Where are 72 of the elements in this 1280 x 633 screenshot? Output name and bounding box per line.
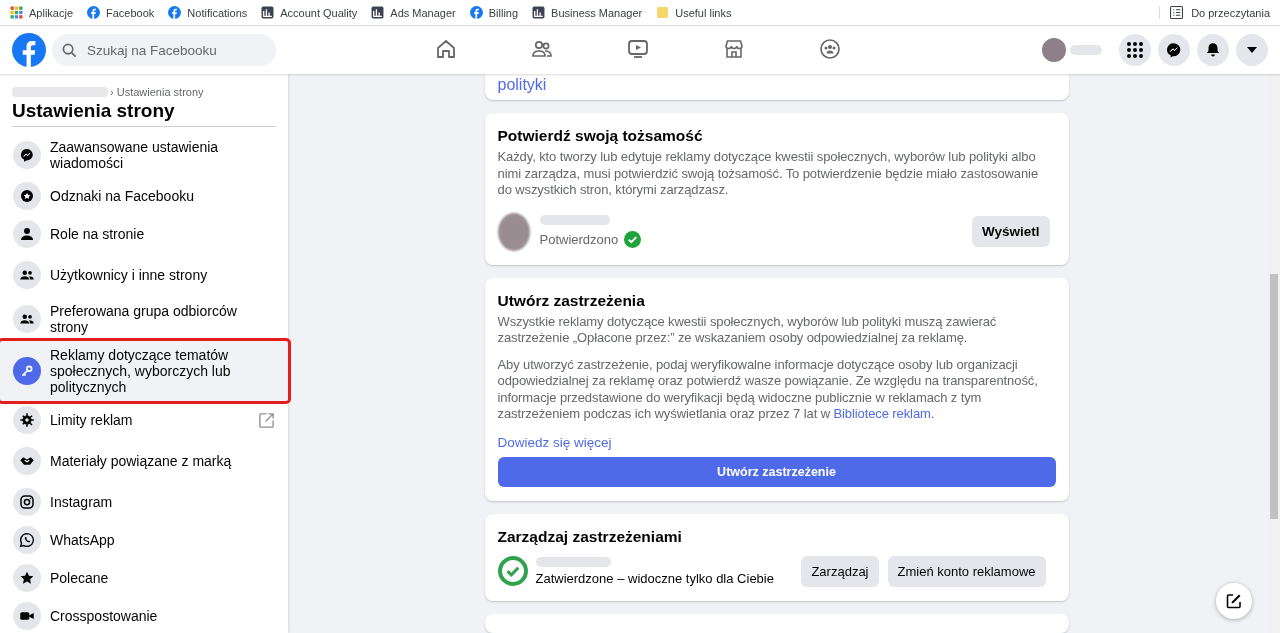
status-text: Potwierdzono (539, 232, 619, 247)
card-title: Potwierdź swoją tożsamość (497, 127, 704, 145)
account-button[interactable] (1236, 34, 1268, 66)
search-field[interactable]: Szukaj na Facebooku (52, 34, 276, 66)
sidebar-item[interactable]: Crosspostowanie (12, 597, 276, 633)
chart-page-icon (371, 6, 385, 19)
camera-outline-icon (18, 493, 36, 511)
learn-more-link[interactable]: Dowiedz się więcej (497, 434, 612, 450)
action-button[interactable]: Zarządzaj (801, 555, 879, 587)
reading-list-link[interactable]: Do przeczytania (1191, 6, 1270, 19)
sidebar-item[interactable]: Polecane (12, 559, 276, 597)
chart-page-icon (532, 6, 546, 19)
caret-icon (1247, 47, 1257, 53)
blurred-name-placeholder (539, 215, 610, 225)
sidebar-item[interactable]: Instagram (12, 483, 276, 521)
view-button[interactable]: Wyświetl (971, 216, 1050, 247)
sidebar-item[interactable]: Reklamy dotyczące tematów społecznych, wyborczych lub politycznych (0, 341, 288, 401)
sidebar-item[interactable]: Limity reklam (12, 401, 276, 439)
messenger-icon (1165, 41, 1183, 59)
bookmark-link[interactable]: Useful links (656, 6, 732, 19)
compose-button[interactable] (1216, 583, 1252, 619)
bookmark-link[interactable]: Facebook (87, 6, 155, 19)
card-title: Zarządzaj zastrzeżeniami (497, 527, 683, 546)
bookmark-link[interactable]: Account Quality (261, 6, 358, 19)
sidebar-item[interactable]: WhatsApp (12, 521, 276, 559)
apps-grid-icon (10, 6, 23, 19)
card-title: Utwórz zastrzeżenia (497, 291, 646, 310)
messenger-icon (18, 146, 36, 164)
chart-page-icon (261, 6, 275, 19)
sidebar-title: Ustawienia strony (12, 100, 276, 127)
card-description: Aby utworzyć zastrzeżenie, podaj weryfikowalne informacje dotyczące osoby lub organizacji odpowiedzialnej za reklamę oraz potwierdź wasze powiązanie. Ze względu na transparentność, informacje przedstawione do weryfikacji będą widoczne publicznie w reklamach z tym zastrzeżeniem podczas ich wyświetlania oraz przez 7 lat w Bibliotece reklam. (497, 356, 1039, 423)
sidebar-item[interactable]: Zaawansowane ustawienia wiadomości (12, 133, 276, 177)
bookmark-link[interactable]: Notifications (168, 6, 248, 19)
pencil-square-icon (1225, 592, 1243, 610)
card-description: Wszystkie reklamy dotyczące kwestii społecznych, wyborów lub polityki muszą zawierać zastrzeżenie „Opłacone przez:” ze wskazaniem osoby odpowiedzialnej za reklamę. (497, 313, 998, 347)
bookmark-link[interactable]: Business Manager (532, 6, 643, 19)
sidebar-item[interactable]: Materiały powiązane z marką (12, 439, 276, 483)
sidebar-item[interactable]: Role na stronie (12, 215, 276, 253)
person-icon (18, 225, 36, 243)
bell-icon (1204, 41, 1222, 59)
sidebar-item[interactable]: Odznaki na Facebooku (12, 177, 276, 215)
create-disclaimer-button[interactable]: Utwórz zastrzeżenie (497, 456, 1056, 487)
bookmark-link[interactable]: Aplikacje (10, 6, 74, 19)
star-badge-icon (18, 187, 36, 205)
notifications-button[interactable] (1197, 34, 1229, 66)
facebook-logo-icon (168, 6, 182, 19)
scrollbar-drawing[interactable] (1268, 74, 1280, 633)
sidebar-item[interactable]: Użytkownicy i inne strony (12, 253, 276, 297)
action-button[interactable]: Zmień konto reklamowe (887, 555, 1046, 587)
avatar-placeholder[interactable] (1042, 38, 1066, 62)
search-input[interactable]: Szukaj na Facebooku (85, 41, 259, 59)
breadcrumb: › Ustawienia strony (110, 86, 204, 98)
facebook-logo-icon (87, 6, 101, 19)
ad-library-link[interactable]: Bibliotece reklam (833, 406, 931, 421)
sidebar-item[interactable]: Preferowana grupa odbiorców strony (12, 297, 276, 341)
facebook-logo-icon (469, 6, 483, 19)
bookmark-link[interactable]: Billing (469, 6, 519, 19)
list-icon (1170, 6, 1184, 19)
photo-placeholder (497, 212, 530, 251)
link[interactable]: polityki (497, 76, 547, 93)
search-icon (62, 42, 77, 58)
chat-phone-icon (18, 531, 36, 549)
status-text: Zatwierdzone – widoczne tylko dla Ciebie (535, 570, 775, 586)
card-description: Każdy, kto tworzy lub edytuje reklamy dotyczące kwestii społecznych, wyborów lub polityki albo nimi zarządza, musi potwierdzić swoją tożsamość. To potwierdzenie będzie miało zastosowanie do wszystkich stron, którymi zarządzasz. (497, 149, 1040, 199)
blurred-name-placeholder (1070, 45, 1102, 55)
gear-icon (18, 411, 36, 429)
facebook-logo-icon[interactable] (12, 33, 46, 67)
menu-button[interactable] (1119, 34, 1151, 66)
folder-icon (656, 6, 670, 19)
messenger-button[interactable] (1158, 34, 1190, 66)
grid-dots-icon (1126, 41, 1144, 59)
bookmark-link[interactable]: Ads Manager (371, 6, 456, 19)
